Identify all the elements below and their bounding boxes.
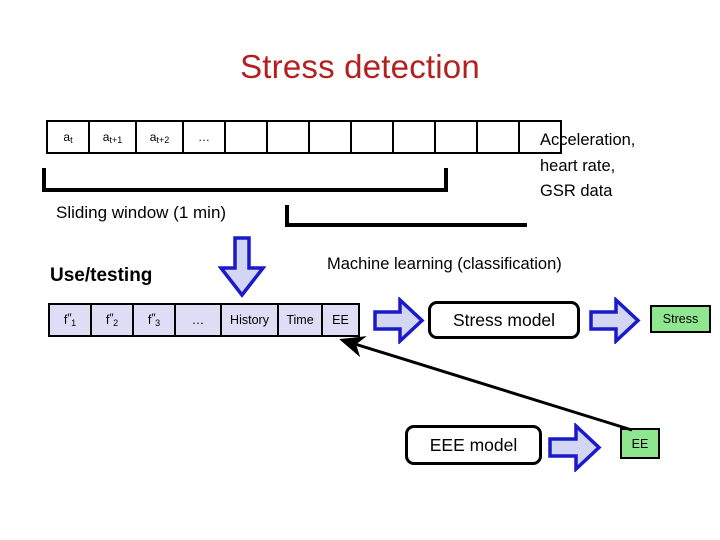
sensor-cell-0-label: a [63,130,71,144]
raw-sensor-sample-row: a t a t+1 a t+2… [46,120,562,154]
sensor-cell-10[interactable] [478,122,520,152]
feature-cell-3-label: … [191,312,205,327]
sensor-cell-1[interactable]: a t+1 [90,122,137,152]
feature-vector-row: f ″ 1 f ″ 2 f ″ 3… History Time EE [48,303,360,337]
sliding-window-label: Sliding window (1 min) [56,203,227,222]
sensor-cell-2-sub: t+2 [156,134,170,145]
sliding-window-bracket [42,168,448,192]
sensor-cell-3[interactable]: … [184,122,226,152]
sensor-cell-8[interactable] [394,122,436,152]
sensor-data-caption: Acceleration, heart rate, GSR data [540,128,635,205]
feature-cell-3[interactable]: … [176,305,222,335]
sensor-cell-7[interactable] [352,122,394,152]
sensor-cell-5[interactable] [268,122,310,152]
sensor-cell-1-label: a [102,130,110,144]
feature-cell-1[interactable]: f ″ 2 [92,305,134,335]
sensor-cell-3-label: … [198,130,210,144]
sensor-cell-6[interactable] [310,122,352,152]
feature-cell-5-label: Time [286,312,314,327]
sensor-cell-0-sub: t [70,134,73,145]
page-title: Stress detection [240,48,480,85]
feature-cell-4[interactable]: History [222,305,279,335]
machine-learning-label: Machine learning (classification) [327,255,562,273]
feature-cell-2-sub: 3 [155,317,161,328]
sensor-cell-4[interactable] [226,122,268,152]
feature-cell-4-label: History [230,312,269,327]
feature-cell-5[interactable]: Time [279,305,323,335]
sensor-cell-2-label: a [149,130,157,144]
feature-cell-0[interactable]: f ″ 1 [50,305,92,335]
feature-cell-1-sub: 2 [113,317,119,328]
arrow-down-icon [218,236,266,298]
sensor-caption-line-3: GSR data [540,182,613,201]
sensor-cell-9[interactable] [436,122,478,152]
feature-cell-0-sub: 1 [71,317,77,328]
feature-cell-2[interactable]: f ″ 3 [134,305,176,335]
slide-canvas: Stress detection a t a t+1 a t+2… Acceleratio… [0,0,720,540]
sensor-cell-1-sub: t+1 [109,134,123,145]
sensor-cell-0[interactable]: at [48,122,90,152]
feedback-arrow-icon [320,320,640,455]
sensor-caption-line-2: heart rate, [540,156,616,175]
stress-output-badge: Stress [650,305,711,333]
use-testing-label: Use/testing [50,265,153,286]
next-window-bracket [285,205,527,227]
sensor-caption-line-1: Acceleration, [540,131,636,149]
sensor-cell-2[interactable]: a t+2 [137,122,184,152]
